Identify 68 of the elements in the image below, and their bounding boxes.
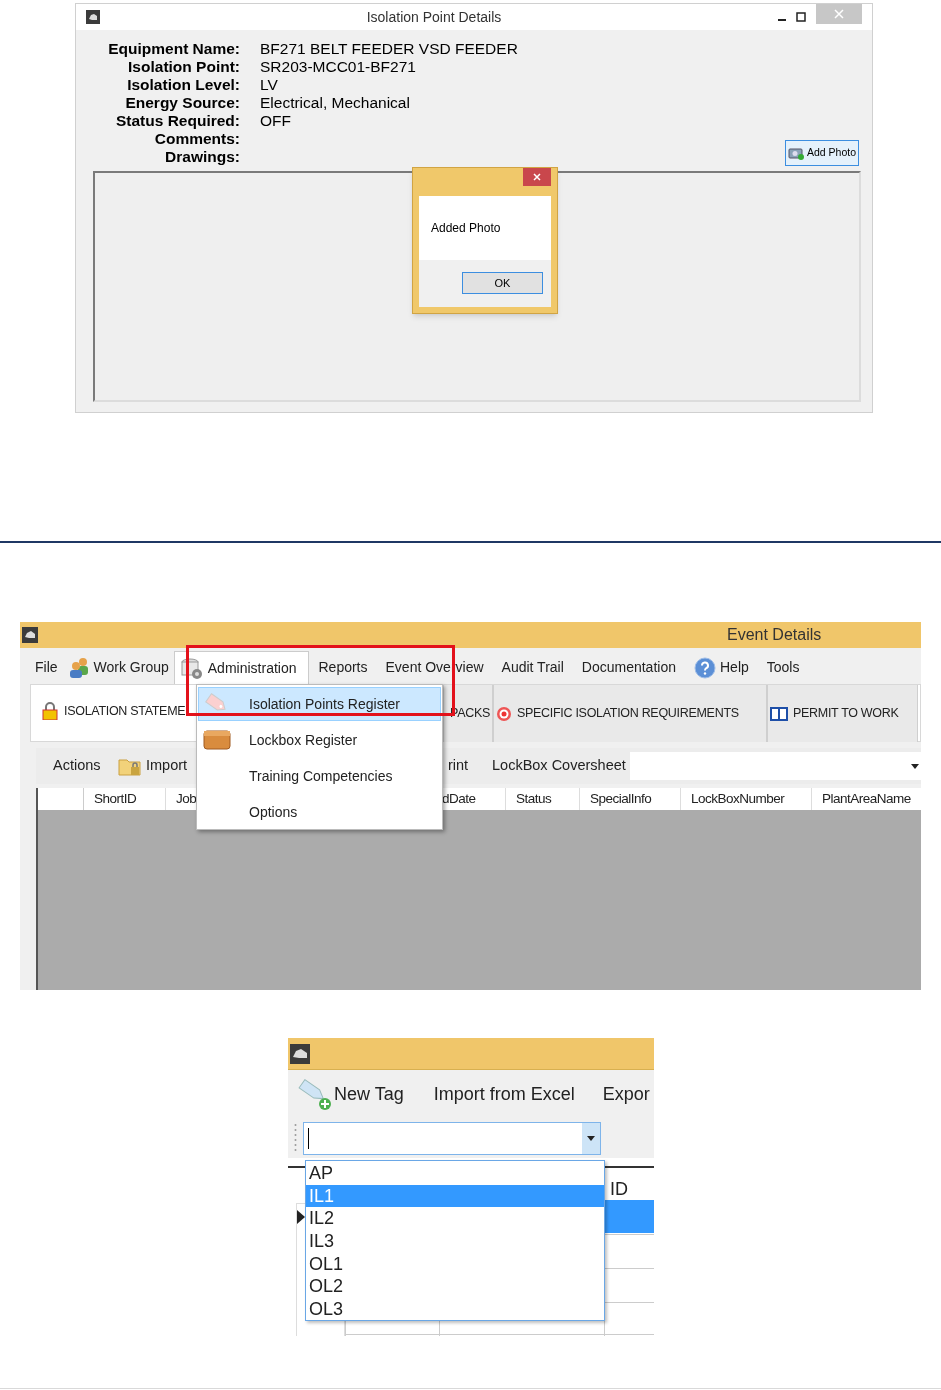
menu-item[interactable]: Administration [173, 651, 310, 684]
text-cursor [308, 1127, 309, 1149]
field-label: Comments: [153, 130, 240, 148]
target-icon [496, 705, 512, 722]
app-logo-icon [86, 10, 100, 24]
field-label: Isolation Level: [126, 76, 240, 94]
tab[interactable]: SPECIFIC ISOLATION REQUIREMENTS [493, 685, 767, 742]
field-value: LV [260, 76, 279, 94]
dropdown-option[interactable]: OL3 [306, 1298, 604, 1321]
maximize-icon [796, 12, 806, 22]
close-icon [533, 173, 541, 181]
dropdown-option[interactable]: AP [306, 1162, 604, 1185]
add-photo-button[interactable]: Add Photo [785, 140, 859, 166]
help-icon [694, 656, 716, 679]
field-label: Equipment Name: [107, 40, 240, 58]
menu-item[interactable]: File [30, 651, 63, 684]
toolbar-button[interactable]: LockBox Coversheet [492, 752, 626, 780]
window-title: Isolation Point Details [365, 7, 503, 27]
dropdown-button[interactable] [582, 1122, 600, 1154]
field-value: Electrical, Mechanical [260, 94, 411, 112]
app-logo-icon [290, 1043, 310, 1064]
field-label: Drawings: [164, 148, 240, 166]
close-button[interactable] [523, 168, 551, 186]
menu-item[interactable]: Work Group [62, 651, 174, 684]
toolbar-button[interactable]: New Tag [296, 1076, 404, 1112]
toolbar-button[interactable]: rint [448, 752, 469, 780]
row-pointer-icon [297, 1210, 305, 1224]
dropdown-arrow-icon [587, 1135, 595, 1141]
menu-item[interactable]: Training Competencies [198, 759, 441, 793]
minimize-icon [778, 19, 786, 21]
column-header[interactable]: ID [610, 1176, 628, 1203]
tab[interactable]: PERMIT TO WORK [767, 685, 918, 742]
box-icon [203, 728, 231, 752]
dropdown-option[interactable]: IL2 [306, 1207, 604, 1231]
field-label: Energy Source: [124, 94, 240, 112]
dropdown-option[interactable]: IL3 [306, 1230, 604, 1253]
app-logo-icon [22, 627, 38, 643]
field-label: Status Required: [115, 112, 240, 130]
menu-item[interactable]: Lockbox Register [198, 723, 441, 757]
menu-item[interactable]: Audit Trail [496, 651, 569, 684]
grip-icon [294, 1123, 297, 1153]
menu-item[interactable]: Help [689, 651, 754, 684]
toolbar-button[interactable]: Actions [53, 752, 101, 780]
window-title: Event Details [727, 625, 822, 645]
menu-item[interactable]: Options [198, 795, 441, 829]
tag-add-icon [296, 1076, 332, 1112]
menu-item[interactable]: Tools [761, 651, 805, 684]
database-gear-icon [179, 657, 204, 679]
toolbar-button[interactable]: Import from Excel [433, 1080, 575, 1108]
lock-icon [41, 702, 59, 720]
message-text: Added Photo [431, 220, 501, 237]
toolbar-button[interactable]: Expor [602, 1080, 650, 1108]
field-value: OFF [260, 112, 292, 130]
field-value: BF271 BELT FEEDER VSD FEEDER [260, 40, 518, 58]
menu-item[interactable]: Reports [313, 651, 373, 684]
toolbar-button[interactable]: Import [118, 752, 188, 780]
ok-button[interactable]: OK [462, 272, 543, 294]
dropdown-option[interactable]: OL1 [306, 1252, 604, 1276]
field-label: Isolation Point: [127, 58, 240, 76]
camera-icon [788, 146, 804, 160]
close-icon [834, 9, 844, 19]
field-value: SR203-MCC01-BF271 [260, 58, 417, 76]
dropdown-option[interactable]: OL2 [306, 1275, 604, 1299]
menu-item[interactable]: Documentation [576, 651, 681, 684]
people-icon [67, 656, 90, 679]
dropdown-arrow-icon [911, 763, 919, 769]
selected-row [604, 1200, 654, 1233]
book-icon [770, 704, 788, 723]
